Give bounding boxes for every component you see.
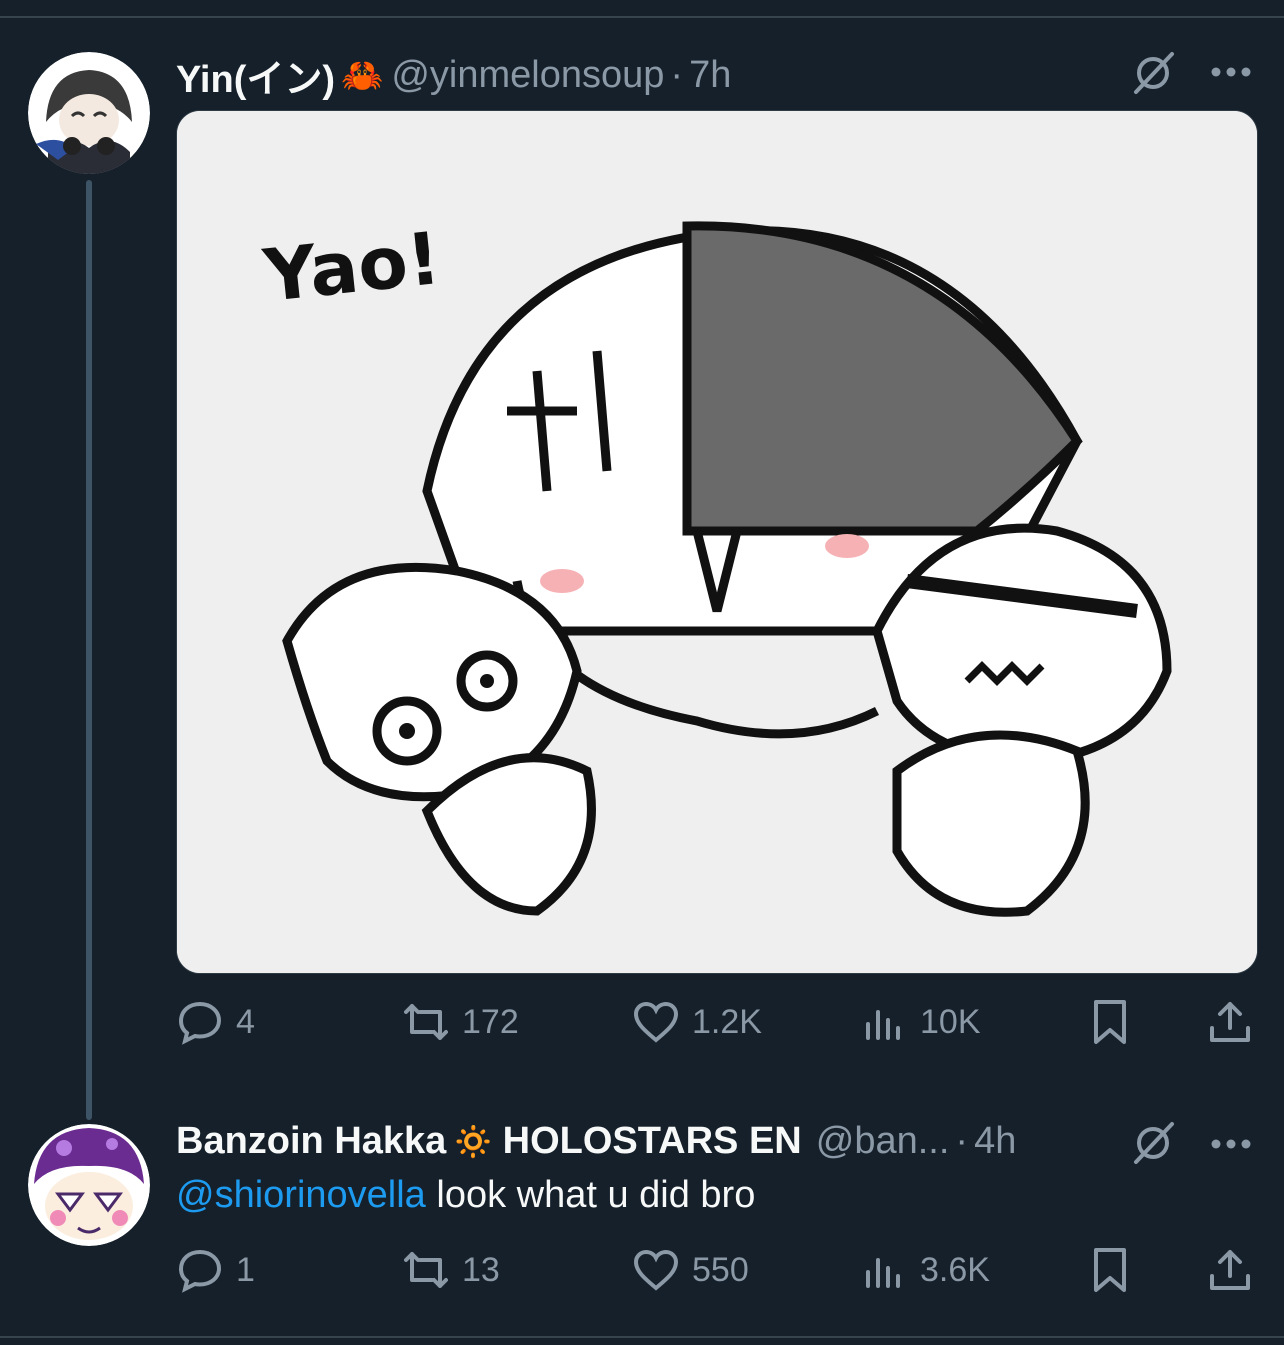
tweet-actions: 4 172 1.2K 10K [176, 998, 1256, 1048]
bottom-divider [0, 1336, 1284, 1338]
author-emoji: 🦀 [341, 56, 384, 95]
reply-time[interactable]: 4h [974, 1120, 1016, 1163]
views-icon [866, 1010, 900, 1040]
reply-text: look what u did bro [425, 1174, 756, 1216]
share-button[interactable] [1206, 1246, 1254, 1294]
share-icon [1210, 1002, 1250, 1042]
top-divider [0, 16, 1284, 18]
repost-count: 13 [462, 1250, 500, 1289]
like-count: 550 [692, 1250, 749, 1289]
like-icon [633, 1001, 679, 1043]
views-count: 10K [920, 1002, 981, 1041]
tweet-time[interactable]: 7h [689, 54, 731, 97]
author-handle[interactable]: @yinmelonsoup [391, 54, 664, 97]
avatar-yin[interactable] [28, 52, 150, 174]
bookmark-button[interactable] [1086, 998, 1134, 1046]
reply-author-name[interactable]: Banzoin Hakka [176, 1120, 446, 1163]
share-button[interactable] [1206, 998, 1254, 1046]
repost-icon [404, 1004, 448, 1040]
share-icon [1210, 1250, 1250, 1290]
reply-button[interactable]: 4 [176, 998, 255, 1046]
repost-button[interactable]: 13 [402, 1246, 500, 1294]
avatar-banzoin[interactable] [28, 1124, 150, 1246]
like-button[interactable]: 550 [632, 1246, 749, 1294]
repost-button[interactable]: 172 [402, 998, 519, 1046]
more-icon[interactable] [1210, 1138, 1252, 1150]
author-name[interactable]: Yin(イン) [176, 48, 335, 103]
reply-actions: 1 13 550 3.6K [176, 1246, 1256, 1296]
views-button[interactable]: 10K [860, 998, 981, 1046]
bookmark-button[interactable] [1086, 1246, 1134, 1294]
reply-author-suffix[interactable]: HOLOSTARS EN [503, 1120, 802, 1163]
tweet-header: Yin(イン) 🦀 @yinmelonsoup · 7h [176, 48, 731, 103]
views-count: 3.6K [920, 1250, 990, 1289]
like-button[interactable]: 1.2K [632, 998, 762, 1046]
reply-header: Banzoin Hakka 🔅 HOLOSTARS EN @ban... · 4… [176, 1120, 1016, 1163]
reply-count: 1 [236, 1250, 255, 1289]
separator-dot: · [670, 54, 684, 96]
thread-connector [86, 180, 92, 1120]
grok-icon[interactable] [1130, 50, 1176, 96]
reply-icon [178, 1249, 222, 1293]
views-icon [866, 1258, 900, 1288]
bookmark-icon [1094, 1248, 1126, 1292]
tweet-image[interactable]: Yao! [176, 110, 1258, 974]
reply-handle[interactable]: @ban... [816, 1120, 950, 1163]
reply-button[interactable]: 1 [176, 1246, 255, 1294]
repost-count: 172 [462, 1002, 519, 1041]
reply-mention-link[interactable]: @shiorinovella [176, 1174, 426, 1216]
reply-icon [178, 1001, 222, 1045]
grok-icon[interactable] [1130, 1120, 1176, 1166]
reply-separator-dot: · [955, 1120, 969, 1162]
more-icon[interactable] [1210, 66, 1252, 78]
bookmark-icon [1094, 1000, 1126, 1044]
like-count: 1.2K [692, 1002, 762, 1041]
reply-count: 4 [236, 1002, 255, 1041]
like-icon [633, 1249, 679, 1291]
repost-icon [404, 1252, 448, 1288]
views-button[interactable]: 3.6K [860, 1246, 990, 1294]
reply-body: @shiorinovella look what u did bro [176, 1174, 755, 1217]
reply-author-emoji: 🔅 [452, 1122, 495, 1161]
